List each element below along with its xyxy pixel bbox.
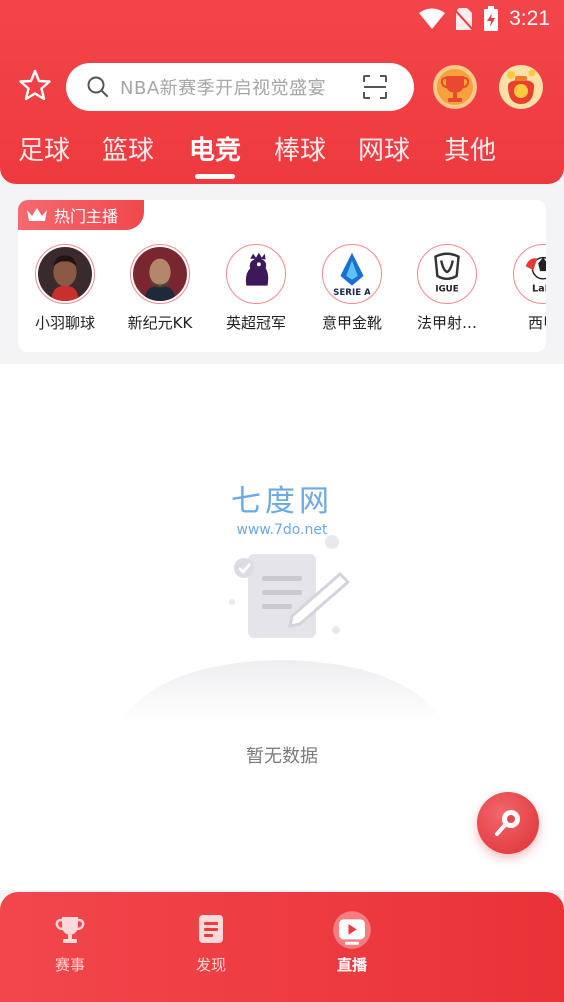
anchor-item[interactable]: LaLi 西甲 (498, 244, 546, 333)
crown-icon (27, 208, 47, 221)
hot-anchors-card: 热门主播 小羽聊球 新纪元KK 英超冠军 SERIE A 意甲金靴 IGUE 法… (18, 200, 546, 352)
anchor-item[interactable]: SERIE A 意甲金靴 (307, 244, 397, 333)
ligue-1-logo-icon: IGUE (420, 247, 474, 301)
avatar: LaLi (513, 244, 546, 304)
nav-item-matches[interactable]: 赛事 (25, 892, 115, 975)
anchor-item[interactable]: IGUE 法甲射… (402, 244, 492, 333)
avatar: SERIE A (322, 244, 382, 304)
anchor-name: 意甲金靴 (321, 314, 382, 332)
avatar (226, 244, 286, 304)
tab-other[interactable]: 其他 (444, 130, 496, 167)
anchor-name: 英超冠军 (225, 314, 286, 332)
nav-label: 发现 (195, 956, 226, 974)
search-icon (87, 76, 108, 97)
anchor-name: 小羽聊球 (34, 314, 95, 332)
tab-football[interactable]: 足球 (18, 130, 70, 167)
search-input[interactable]: NBA新赛季开启视觉盛宴 (66, 63, 414, 111)
trophy-reward-icon[interactable] (432, 64, 478, 110)
favorite-star-icon[interactable] (18, 68, 52, 102)
nav-label: 赛事 (54, 956, 85, 974)
watermark: 七度网 www.7do.net (0, 476, 564, 538)
no-sim-icon (455, 8, 474, 31)
avatar (130, 244, 190, 304)
tab-esports[interactable]: 电竞 (189, 130, 241, 167)
trophy-icon (55, 917, 85, 943)
player-avatar-icon (133, 247, 187, 301)
empty-document-illustration-icon (120, 535, 444, 722)
status-bar: 3:21 (0, 0, 564, 40)
gold-coin-bag-icon[interactable] (498, 64, 544, 110)
nav-item-discover[interactable]: 发现 (166, 892, 256, 975)
search-placeholder: NBA新赛季开启视觉盛宴 (120, 78, 327, 99)
laliga-logo-icon: LaLi (516, 247, 546, 301)
anchor-name: 西甲 (527, 314, 546, 332)
nav-label: 直播 (336, 956, 367, 974)
active-tab-indicator (195, 174, 235, 179)
svg-text:IGUE: IGUE (435, 284, 458, 294)
top-header: 3:21 NBA新赛季开启视觉盛宴 足球 篮球 电竞 棒球 网球 其他 (0, 0, 564, 184)
svg-text:LaLi: LaLi (532, 283, 546, 294)
svg-text:SERIE A: SERIE A (333, 288, 371, 298)
hot-anchors-tag: 热门主播 (18, 200, 144, 230)
scan-icon[interactable] (362, 74, 388, 100)
anchor-item[interactable]: 英超冠军 (211, 244, 301, 333)
category-tabs: 足球 篮球 电竞 棒球 网球 其他 (0, 130, 564, 180)
anchor-item[interactable]: 小羽聊球 (20, 244, 110, 333)
anchor-list: 小羽聊球 新纪元KK 英超冠军 SERIE A 意甲金靴 IGUE 法甲射… L… (18, 244, 546, 344)
wifi-icon (419, 8, 446, 29)
avatar (35, 244, 95, 304)
player-avatar-icon (38, 247, 92, 301)
anchor-name: 新纪元KK (127, 314, 193, 332)
premier-league-logo-icon (229, 247, 283, 301)
empty-state-text: 暂无数据 (246, 746, 318, 767)
play-icon (333, 911, 371, 949)
document-icon (199, 915, 223, 943)
status-time: 3:21 (509, 7, 550, 30)
tab-tennis[interactable]: 网球 (358, 130, 410, 167)
anchor-item[interactable]: 新纪元KK (115, 244, 205, 333)
serie-a-logo-icon: SERIE A (325, 247, 379, 301)
anchor-name: 法甲射… (416, 314, 477, 332)
battery-charging-icon (484, 6, 499, 31)
tab-baseball[interactable]: 棒球 (274, 130, 326, 167)
bottom-navigation: 赛事 发现 直播 (0, 892, 564, 1002)
ping-pong-paddle-icon (495, 810, 520, 836)
avatar: IGUE (417, 244, 477, 304)
floating-action-button[interactable] (477, 792, 539, 854)
tab-basketball[interactable]: 篮球 (102, 130, 154, 167)
hot-anchors-title: 热门主播 (54, 207, 119, 226)
watermark-title: 七度网 (231, 484, 333, 519)
nav-item-live[interactable]: 直播 (307, 892, 397, 975)
